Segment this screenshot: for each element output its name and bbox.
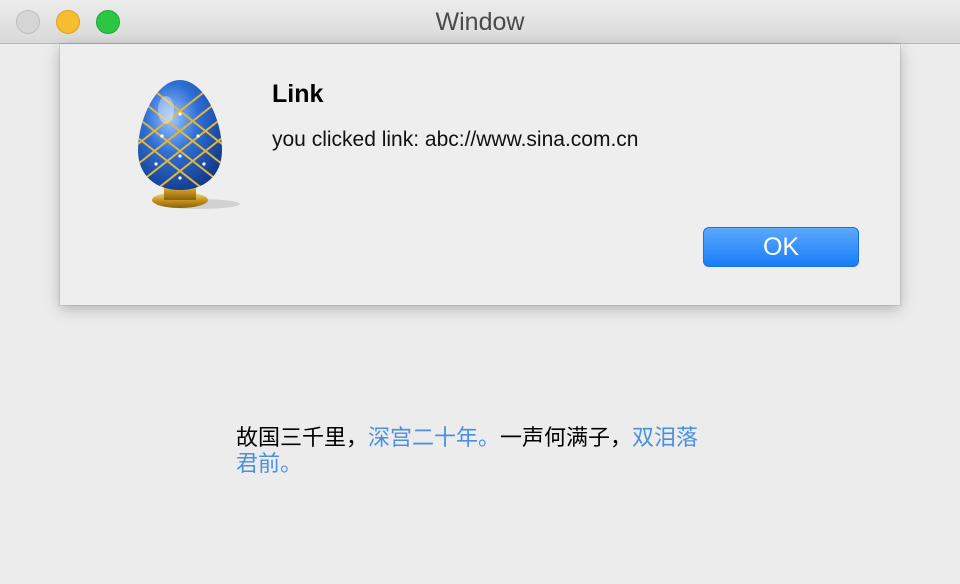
ok-button[interactable]: OK — [703, 227, 859, 267]
poem-link[interactable]: 深宫二十年。 — [368, 426, 500, 451]
poem-text: 故国三千里，深宫二十年。一声何满子，双泪落君前。 — [236, 426, 706, 478]
app-window: Window Link you clicked link: abc://www.… — [0, 0, 960, 584]
alert-message: you clicked link: abc://www.sina.com.cn — [272, 128, 639, 151]
poem-segment: 一声何满子， — [500, 426, 633, 451]
poem-segment: 故国三千里， — [236, 426, 369, 451]
window-title: Window — [435, 8, 525, 36]
title-bar[interactable]: Window — [0, 0, 960, 44]
alert-title: Link — [272, 80, 324, 108]
alert-sheet: Link you clicked link: abc://www.sina.co… — [60, 44, 900, 305]
jeweled-egg-icon — [138, 80, 240, 209]
